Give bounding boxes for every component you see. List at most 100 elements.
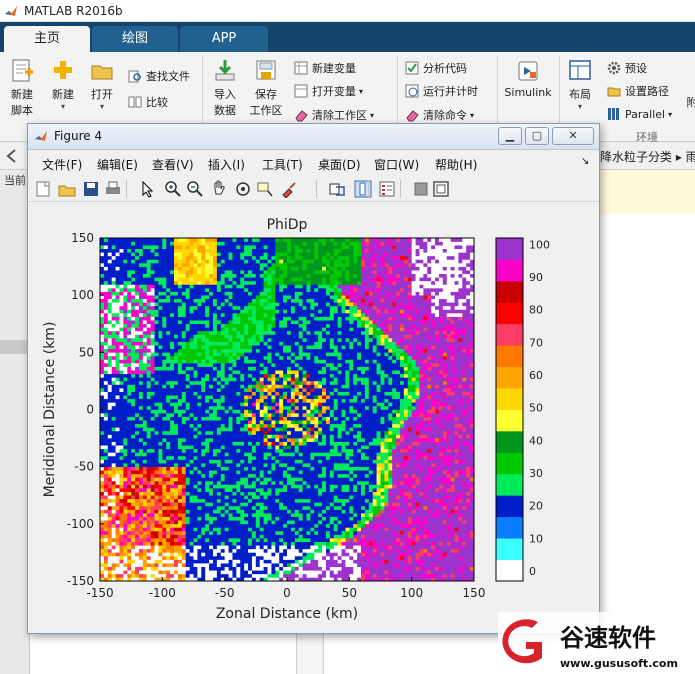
heatmap-cell (228, 513, 233, 517)
open-variable-button[interactable]: 打开变量 ▾ (294, 83, 363, 99)
heatmap-cell (224, 430, 229, 435)
heatmap-cell (251, 430, 257, 435)
heatmap-cell (248, 513, 253, 517)
simulink-button[interactable]: Simulink (502, 58, 554, 99)
heatmap-cell (259, 238, 264, 242)
heatmap-cell (119, 302, 124, 307)
heatmap-cell (244, 391, 249, 396)
heatmap-cell (240, 320, 245, 325)
figure-window[interactable]: Figure 4 ▁ ▢ ✕ 文件(F) 编辑(E) 查看(V) 插入(I) 工… (27, 123, 600, 634)
compare-button[interactable]: 比较 (128, 94, 168, 110)
save-workspace-button[interactable]: 保存 工作区 (246, 58, 286, 118)
analyze-code-button[interactable]: 分析代码 (405, 60, 467, 76)
open-label: 打开 (91, 88, 113, 101)
zoom-in-icon[interactable] (164, 180, 182, 198)
link-icon[interactable] (328, 180, 346, 198)
heatmap-cell (212, 513, 218, 517)
legend-icon[interactable] (378, 180, 396, 198)
new-figure-icon[interactable] (34, 180, 52, 198)
run-and-time-button[interactable]: 运行并计时 (405, 83, 478, 99)
rotate-icon[interactable] (234, 180, 252, 198)
print-icon[interactable] (104, 180, 122, 198)
heatmap-cell (142, 245, 148, 250)
open-file-icon[interactable] (58, 180, 76, 198)
open-button[interactable]: 打开 ▾ (86, 58, 118, 111)
data-cursor-icon[interactable] (256, 180, 274, 198)
menu-file[interactable]: 文件(F) (42, 156, 82, 173)
heatmap-cell (205, 477, 210, 482)
minimize-button[interactable]: ▁ (498, 127, 522, 145)
menu-tools[interactable]: 工具(T) (262, 156, 303, 173)
heatmap-cell (236, 352, 241, 357)
heatmap-cell (127, 530, 132, 535)
heatmap-cell (251, 480, 257, 485)
menu-help[interactable]: 帮助(H) (435, 156, 477, 173)
heatmap-cell (185, 341, 190, 346)
set-path-button[interactable]: 设置路径 (607, 83, 669, 99)
heatmap-cell (166, 359, 171, 364)
heatmap-cell (283, 241, 288, 246)
heatmap-cell (251, 245, 257, 250)
pointer-icon[interactable] (138, 180, 156, 198)
zoom-out-icon[interactable] (186, 180, 204, 198)
clear-commands-button[interactable]: 清除命令 ▾ (405, 107, 474, 123)
heatmap-cell (275, 552, 280, 557)
find-files-button[interactable]: 查找文件 (128, 68, 190, 84)
heatmap-cell (283, 491, 288, 496)
heatmap-cell (271, 245, 276, 250)
tab-apps[interactable]: APP (180, 26, 268, 52)
menu-insert[interactable]: 插入(I) (208, 156, 245, 173)
tab-home[interactable]: 主页 (4, 26, 90, 52)
menu-window[interactable]: 窗口(W) (374, 156, 419, 173)
show-plot-tools-icon[interactable] (432, 180, 450, 198)
maximize-button[interactable]: ▢ (525, 127, 549, 145)
heatmap-cell (224, 477, 229, 482)
new-script-button[interactable]: 新建 脚本 (6, 58, 38, 118)
hide-plot-tools-icon[interactable] (412, 180, 430, 198)
clear-workspace-button[interactable]: 清除工作区 ▾ (294, 107, 374, 123)
heatmap-cell (240, 341, 245, 346)
heatmap-cell (283, 252, 288, 257)
tab-plots[interactable]: 绘图 (92, 26, 178, 52)
pan-icon[interactable] (210, 180, 228, 198)
heatmap-cell (115, 363, 120, 367)
heatmap-cell (193, 470, 198, 475)
dock-arrow-icon[interactable]: ↘ (581, 156, 589, 167)
heatmap-cell (150, 391, 155, 396)
heatmap-cell (248, 455, 253, 460)
selected-row[interactable] (0, 340, 30, 354)
menu-view[interactable]: 查看(V) (152, 156, 194, 173)
menu-edit[interactable]: 编辑(E) (97, 156, 138, 173)
heatmap-cell (115, 330, 120, 335)
heatmap-cell (131, 359, 136, 364)
heatmap-cell (185, 545, 190, 550)
heatmap-cell (135, 520, 140, 525)
heatmap-cell (142, 455, 148, 460)
new-variable-button[interactable]: 新建变量 (294, 60, 356, 76)
layout-button[interactable]: 布局 ▾ (563, 58, 597, 111)
heatmap-cell (115, 534, 120, 539)
layout-label: 布局 (569, 88, 591, 101)
heatmap-cell (138, 555, 144, 560)
heatmap-cell (283, 563, 288, 568)
preferences-button[interactable]: 预设 (607, 60, 647, 76)
import-data-button[interactable]: 导入 数据 (208, 58, 242, 118)
new-button[interactable]: 新建 ▾ (46, 58, 80, 111)
save-icon[interactable] (82, 180, 100, 198)
heatmap-cell (244, 555, 249, 560)
heatmap-cell (205, 398, 210, 403)
heatmap-cell (115, 391, 120, 396)
parallel-button[interactable]: Parallel ▾ (607, 107, 672, 121)
heatmap-cell (127, 334, 132, 339)
brush-icon[interactable] (280, 180, 298, 199)
breadcrumb[interactable]: 降水粒子分类 ▸ 雨 (600, 148, 695, 165)
heatmap-cell (255, 538, 261, 542)
close-button[interactable]: ✕ (552, 127, 594, 145)
more-button[interactable]: 附 (686, 94, 695, 110)
back-arrow-icon[interactable] (4, 148, 20, 164)
colorbar-icon[interactable] (354, 180, 372, 198)
heatmap-cell (275, 259, 280, 264)
heatmap-cell (275, 452, 280, 457)
menu-desktop[interactable]: 桌面(D) (318, 156, 361, 173)
figure-titlebar[interactable]: Figure 4 ▁ ▢ ✕ (28, 124, 599, 150)
